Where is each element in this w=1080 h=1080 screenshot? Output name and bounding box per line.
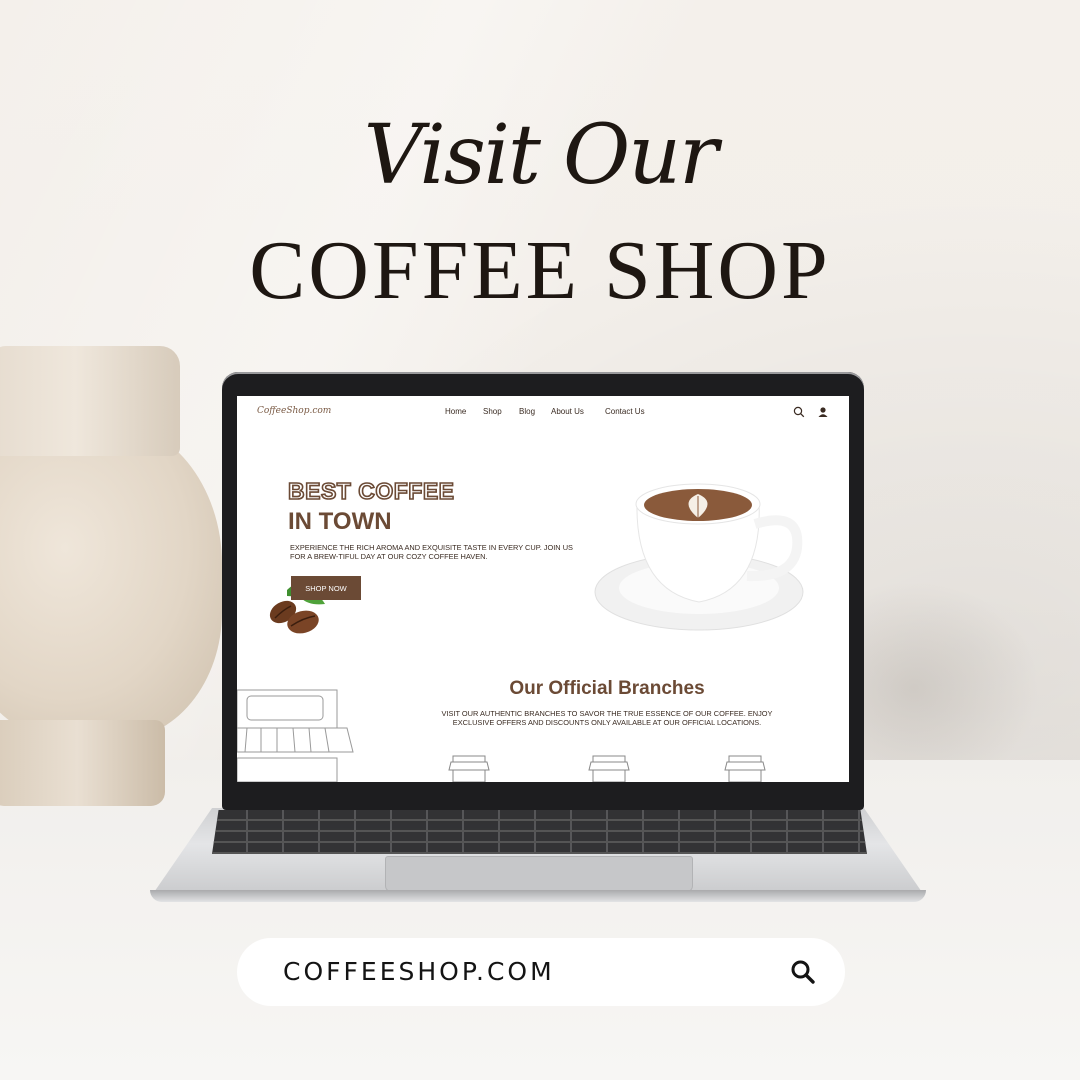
storefront-illustration xyxy=(237,689,354,782)
search-icon[interactable] xyxy=(793,406,805,418)
heading-main: COFFEE SHOP xyxy=(249,224,831,317)
search-icon[interactable] xyxy=(790,959,816,985)
heading-script: Visit Our xyxy=(363,108,719,203)
site-logo[interactable]: CoffeeShop.com xyxy=(257,406,331,416)
url-text[interactable]: COFFEESHOP.COM xyxy=(283,938,555,1006)
user-icon[interactable] xyxy=(817,406,829,418)
wall-shadow xyxy=(860,580,1040,760)
shop-now-button[interactable]: SHOP NOW xyxy=(291,576,361,600)
hero-title-line1: BEST COFFEE xyxy=(287,477,455,505)
vase-foot xyxy=(0,720,165,806)
keyboard-rows xyxy=(212,810,867,854)
branch-icon-3 xyxy=(724,755,766,782)
nav-blog[interactable]: Blog xyxy=(519,407,535,416)
vase-body xyxy=(0,420,222,740)
branch-icon-1 xyxy=(448,755,490,782)
vase-neck xyxy=(0,346,180,456)
laptop-trackpad xyxy=(385,856,693,892)
nav-home[interactable]: Home xyxy=(445,407,466,416)
hero-subtitle: EXPERIENCE THE RICH AROMA AND EXQUISITE … xyxy=(290,543,573,561)
nav-about-us[interactable]: About Us xyxy=(551,407,584,416)
branches-subtitle: VISIT OUR AUTHENTIC BRANCHES TO SAVOR TH… xyxy=(441,709,773,727)
laptop-base-edge xyxy=(150,890,926,902)
branch-icon-2 xyxy=(588,755,630,782)
laptop-screen: CoffeeShop.com Home Shop Blog About Us C… xyxy=(237,396,849,782)
nav-shop[interactable]: Shop xyxy=(483,407,502,416)
coffee-cup-illustration xyxy=(594,483,804,631)
nav-contact-us[interactable]: Contact Us xyxy=(605,407,645,416)
hero-title-line2: IN TOWN xyxy=(288,508,392,535)
url-bar[interactable]: COFFEESHOP.COM xyxy=(237,938,845,1006)
